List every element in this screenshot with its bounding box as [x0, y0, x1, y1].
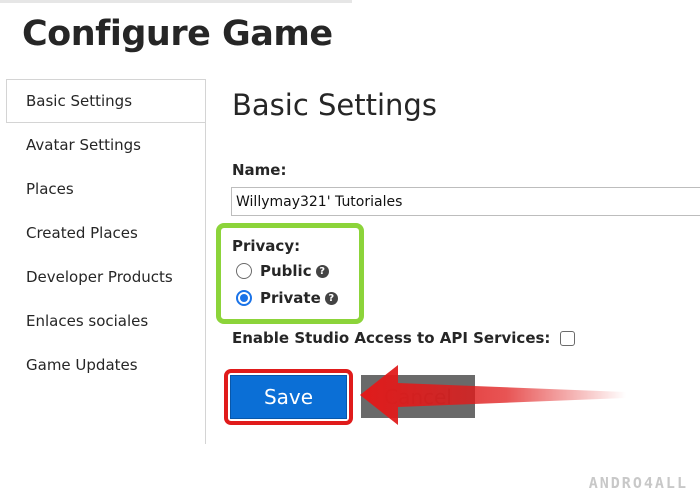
api-access-checkbox[interactable] [560, 330, 576, 346]
red-arrow-icon [360, 365, 626, 425]
sidebar-item-game-updates[interactable]: Game Updates [6, 343, 205, 387]
question-circle-icon[interactable]: ? [315, 264, 329, 278]
sidebar-item-places[interactable]: Places [6, 167, 205, 211]
sidebar-item-developer-products[interactable]: Developer Products [6, 255, 205, 299]
privacy-option-private[interactable]: Private ? [236, 289, 338, 307]
page-title: Configure Game [22, 14, 333, 54]
sidebar: Basic Settings Avatar Settings Places Cr… [6, 79, 206, 444]
section-title: Basic Settings [232, 88, 437, 122]
sidebar-item-social-links[interactable]: Enlaces sociales [6, 299, 205, 343]
privacy-option-public[interactable]: Public ? [236, 262, 329, 280]
top-divider [0, 0, 352, 3]
name-label: Name: [232, 161, 287, 179]
watermark: ANDRO4ALL [588, 474, 688, 492]
question-circle-icon[interactable]: ? [324, 291, 338, 305]
sidebar-item-created-places[interactable]: Created Places [6, 211, 205, 255]
privacy-label: Privacy: [232, 237, 301, 255]
name-input[interactable] [231, 187, 700, 216]
api-access-label: Enable Studio Access to API Services: [232, 329, 551, 347]
sidebar-item-basic-settings[interactable]: Basic Settings [6, 79, 205, 123]
api-access-row: Enable Studio Access to API Services: [232, 329, 576, 347]
public-label: Public [260, 262, 312, 280]
sidebar-item-avatar-settings[interactable]: Avatar Settings [6, 123, 205, 167]
private-label: Private [260, 289, 321, 307]
private-radio[interactable] [236, 290, 252, 306]
save-button[interactable]: Save [230, 375, 347, 419]
public-radio[interactable] [236, 263, 252, 279]
